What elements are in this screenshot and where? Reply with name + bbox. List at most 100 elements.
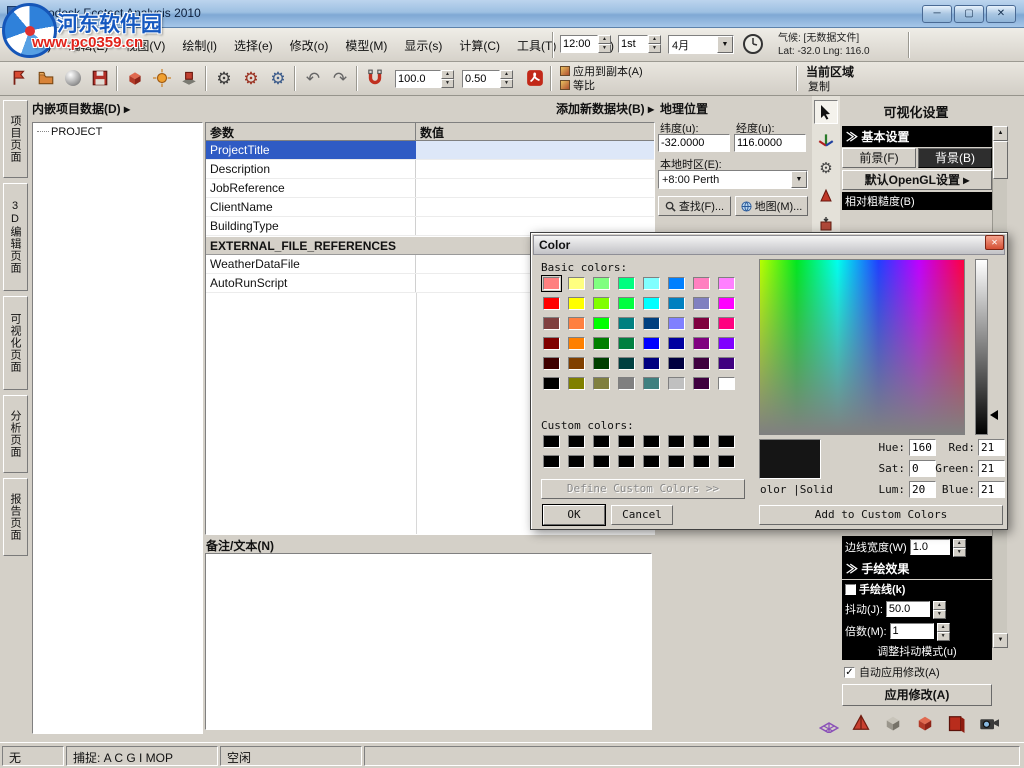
param-cell[interactable]: ProjectTitle [206, 141, 416, 159]
camera-view-icon[interactable] [976, 710, 1002, 736]
basic-color-swatch[interactable] [668, 297, 685, 310]
custom-color-swatch[interactable] [718, 435, 735, 448]
export-model-icon[interactable] [944, 710, 970, 736]
dropdown-arrow-icon[interactable] [791, 171, 807, 188]
offset-spinner[interactable] [500, 70, 513, 88]
add-to-custom-colors-button[interactable]: Add to Custom Colors [759, 505, 1003, 525]
grid-display-icon[interactable] [816, 710, 842, 736]
scale-spinner[interactable] [441, 70, 454, 88]
basic-color-swatch[interactable] [668, 277, 685, 290]
basic-color-swatch[interactable] [718, 277, 735, 290]
edge-width-spinner[interactable] [953, 539, 966, 555]
basic-color-swatch[interactable] [618, 277, 635, 290]
custom-color-swatch[interactable] [643, 455, 660, 468]
red-input[interactable] [978, 439, 1005, 456]
zone-cube-icon[interactable] [122, 65, 148, 91]
custom-color-swatch[interactable] [543, 435, 560, 448]
custom-color-swatch[interactable] [693, 455, 710, 468]
jitter-spinner[interactable] [933, 601, 946, 617]
notes-textarea[interactable] [205, 553, 652, 730]
calc-gear-icon[interactable]: ⚙ [211, 65, 237, 91]
multiplier-input[interactable] [890, 623, 934, 639]
basic-color-swatch[interactable] [693, 277, 710, 290]
menu-item-2[interactable]: 编辑(E) [60, 33, 116, 58]
custom-color-swatch[interactable] [718, 455, 735, 468]
basic-color-swatch[interactable] [718, 337, 735, 350]
param-cell[interactable]: Description [206, 160, 416, 178]
custom-color-swatch[interactable] [643, 435, 660, 448]
axes-icon[interactable] [814, 128, 838, 152]
auto-apply-checkbox[interactable] [844, 667, 855, 678]
maximize-button[interactable]: ▢ [954, 5, 984, 23]
basic-color-swatch[interactable] [543, 357, 560, 370]
sat-input[interactable] [909, 460, 936, 477]
basic-color-swatch[interactable] [618, 317, 635, 330]
sketch-line-row[interactable]: 手绘线(k) [842, 580, 992, 598]
dropdown-arrow-icon[interactable] [717, 36, 733, 53]
column-header-value[interactable]: 数值 [416, 123, 654, 141]
basic-color-swatch[interactable] [668, 337, 685, 350]
sphere-tool-icon[interactable] [60, 65, 86, 91]
basic-color-swatch[interactable] [668, 317, 685, 330]
basic-color-swatch[interactable] [668, 357, 685, 370]
basic-color-swatch[interactable] [593, 357, 610, 370]
basic-color-swatch[interactable] [568, 337, 585, 350]
table-row[interactable]: ProjectTitle [206, 141, 654, 160]
foreground-button[interactable]: 前景(F) [842, 148, 916, 168]
custom-color-swatch[interactable] [668, 455, 685, 468]
basic-color-swatch[interactable] [543, 277, 560, 290]
longitude-input[interactable] [734, 134, 806, 152]
new-project-icon[interactable] [6, 65, 32, 91]
analysis-grid-icon[interactable] [848, 710, 874, 736]
menu-item-1[interactable]: 文件(F) [4, 33, 59, 58]
basic-color-swatch[interactable] [668, 377, 685, 390]
dialog-close-icon[interactable]: ✕ [985, 235, 1004, 250]
param-cell[interactable]: ClientName [206, 198, 416, 216]
basic-color-swatch[interactable] [543, 337, 560, 350]
basic-color-swatch[interactable] [568, 357, 585, 370]
luminance-slider[interactable] [975, 259, 988, 435]
ok-button[interactable]: OK [543, 505, 605, 525]
menu-item-7[interactable]: 模型(M) [337, 33, 395, 58]
basic-color-swatch[interactable] [568, 317, 585, 330]
basic-color-swatch[interactable] [618, 357, 635, 370]
basic-color-swatch[interactable] [693, 337, 710, 350]
column-header-param[interactable]: 参数 [206, 123, 416, 141]
find-location-button[interactable]: 查找(F)... [658, 196, 731, 216]
time-spinner[interactable] [598, 35, 611, 53]
custom-color-swatch[interactable] [618, 455, 635, 468]
shadow-cube-icon[interactable] [176, 65, 202, 91]
page-tab-3[interactable]: 可视化页面 [3, 296, 28, 390]
page-tab-1[interactable]: 项目页面 [3, 100, 28, 178]
adjust-jitter-mode-button[interactable]: 调整抖动模式(u) [842, 642, 992, 660]
apply-to-copy-label[interactable]: 应用到副本(A) [560, 66, 643, 79]
param-cell[interactable]: BuildingType [206, 217, 416, 235]
analysis-gear-icon[interactable]: ⚙ [238, 65, 264, 91]
close-button[interactable]: ✕ [986, 5, 1016, 23]
cone-tool-icon[interactable] [814, 184, 838, 208]
table-row[interactable]: ClientName [206, 198, 654, 217]
basic-color-swatch[interactable] [718, 357, 735, 370]
save-project-icon[interactable] [87, 65, 113, 91]
edge-width-input[interactable] [910, 539, 950, 555]
month-dropdown[interactable]: 4月 [668, 35, 734, 54]
menu-item-5[interactable]: 选择(e) [226, 33, 281, 58]
map-button[interactable]: 地图(M)... [735, 196, 808, 216]
status-snap-cell[interactable]: 捕捉: A C G I MOP [66, 746, 218, 766]
value-cell[interactable] [416, 198, 654, 216]
basic-color-swatch[interactable] [693, 317, 710, 330]
sketch-line-checkbox[interactable] [845, 584, 856, 595]
menu-item-3[interactable]: 视图(V) [117, 33, 173, 58]
basic-color-swatch[interactable] [543, 297, 560, 310]
basic-color-swatch[interactable] [643, 357, 660, 370]
pdf-export-icon[interactable] [522, 65, 548, 91]
luminance-arrow-icon[interactable] [990, 410, 998, 420]
settings-gear-icon[interactable]: ⚙ [265, 65, 291, 91]
page-tab-2[interactable]: 3D编辑页面 [3, 183, 28, 291]
hue-saturation-field[interactable] [759, 259, 965, 435]
menu-item-9[interactable]: 计算(C) [451, 33, 508, 58]
custom-color-swatch[interactable] [693, 435, 710, 448]
page-tab-4[interactable]: 分析页面 [3, 395, 28, 473]
basic-color-swatch[interactable] [568, 297, 585, 310]
table-row[interactable]: JobReference [206, 179, 654, 198]
